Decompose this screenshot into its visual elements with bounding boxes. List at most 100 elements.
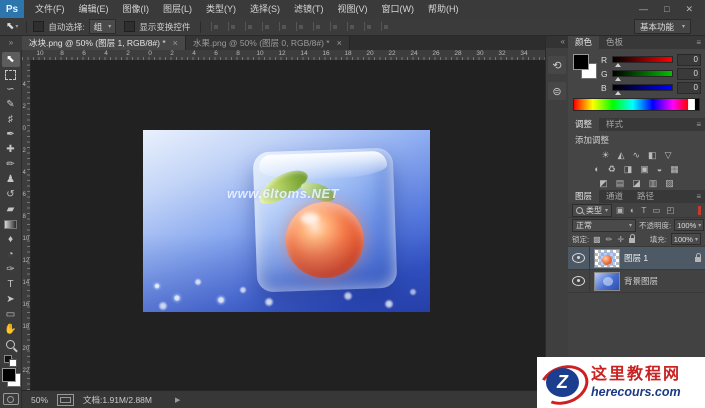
layer-row-background[interactable]: 背景图层 — [568, 270, 705, 293]
lasso-tool[interactable]: ∽ — [2, 82, 20, 97]
red-value-field[interactable]: 0 — [677, 53, 701, 66]
rectangle-tool[interactable]: ▭ — [2, 307, 20, 322]
slider-handle[interactable] — [615, 77, 621, 81]
vibrance-icon[interactable]: ▽ — [665, 148, 672, 162]
zoom-tool[interactable] — [2, 337, 20, 352]
tab-swatches[interactable]: 色板 — [599, 36, 630, 49]
channel-mixer-icon[interactable]: ◒ — [657, 162, 662, 176]
canvas-area[interactable]: www.6ltoms.NET — [31, 60, 545, 390]
document-image[interactable]: www.6ltoms.NET — [143, 130, 430, 312]
status-menu-arrow-icon[interactable]: ▶ — [175, 396, 180, 404]
layer-name[interactable]: 背景图层 — [624, 275, 658, 287]
app-logo-icon[interactable]: Ps — [0, 0, 24, 18]
pen-tool[interactable]: ✑ — [2, 262, 20, 277]
close-button[interactable]: ✕ — [685, 4, 693, 15]
layer-row-layer1[interactable]: 图层 1 — [568, 247, 705, 270]
close-tab-icon[interactable]: × — [337, 38, 342, 48]
filter-type-layers-icon[interactable]: T — [641, 205, 646, 215]
levels-icon[interactable]: ◭ — [618, 148, 625, 162]
menu-item[interactable]: 编辑(E) — [72, 0, 116, 18]
menu-item[interactable]: 图像(I) — [116, 0, 157, 18]
filter-pixel-layers-icon[interactable]: ▣ — [616, 205, 624, 216]
blue-slider[interactable] — [612, 84, 673, 95]
layer-name[interactable]: 图层 1 — [624, 252, 648, 264]
color-lookup-icon[interactable]: ▦ — [670, 162, 679, 176]
menu-item[interactable]: 窗口(W) — [375, 0, 422, 18]
zoom-level[interactable]: 50% — [31, 395, 48, 405]
lock-all-icon[interactable] — [629, 234, 636, 243]
lock-position-icon[interactable]: ✛ — [617, 235, 624, 244]
brightness-contrast-icon[interactable]: ☀ — [602, 148, 610, 162]
close-tab-icon[interactable]: × — [173, 38, 178, 48]
filter-toggle-switch[interactable] — [698, 205, 701, 215]
slider-handle[interactable] — [615, 63, 621, 67]
panel-menu-icon[interactable]: ≡ — [696, 38, 701, 47]
crop-tool[interactable]: ♯ — [2, 112, 20, 127]
quick-mask-button[interactable] — [2, 393, 19, 405]
hand-tool[interactable]: ✋ — [2, 322, 20, 337]
posterize-icon[interactable]: ▤ — [616, 176, 625, 190]
tab-color[interactable]: 颜色 — [568, 36, 600, 49]
hue-saturation-icon[interactable]: ◐ — [594, 162, 599, 176]
photo-filter-icon[interactable]: ▣ — [640, 162, 649, 176]
layer-visibility-eye-icon[interactable] — [572, 253, 585, 263]
curves-icon[interactable]: ∿ — [633, 148, 641, 162]
gradient-tool[interactable] — [2, 217, 20, 232]
red-slider[interactable] — [612, 56, 673, 67]
filter-shape-layers-icon[interactable]: ▭ — [652, 205, 660, 216]
auto-select-dropdown[interactable]: 组 ▾ — [88, 19, 117, 34]
history-panel-button[interactable]: ⟲ — [548, 56, 566, 74]
foreground-color-swatch[interactable] — [1, 368, 16, 382]
collapse-dock-icon[interactable]: « — [546, 36, 568, 48]
filter-adjustment-layers-icon[interactable]: ◐ — [630, 205, 635, 215]
tab-fruit-document[interactable]: 水果.png @ 50% (图层 0, RGB/8#) * × — [185, 36, 350, 50]
blend-mode-dropdown[interactable]: 正常 ▾ — [572, 218, 636, 232]
gradient-map-icon[interactable]: ▨ — [665, 176, 674, 190]
properties-panel-button[interactable]: ⊜ — [548, 82, 566, 100]
menu-item[interactable]: 帮助(H) — [421, 0, 466, 18]
menu-item[interactable]: 类型(Y) — [199, 0, 243, 18]
workspace-switcher[interactable]: 基本功能 ▾ — [633, 19, 691, 34]
threshold-icon[interactable]: ◪ — [632, 176, 641, 190]
tab-styles[interactable]: 样式 — [599, 118, 630, 131]
eraser-tool[interactable]: ▰ — [2, 202, 20, 217]
brush-tool[interactable]: ✏ — [2, 157, 20, 172]
move-tool[interactable]: ⬉ — [1, 52, 20, 67]
layer-thumbnail[interactable] — [594, 248, 620, 268]
blue-value-field[interactable]: 0 — [677, 81, 701, 94]
tab-adjustments[interactable]: 调整 — [568, 118, 600, 131]
minimize-button[interactable]: — — [639, 4, 648, 15]
lock-image-pixels-icon[interactable]: ✏ — [606, 235, 613, 244]
menu-item[interactable]: 滤镜(T) — [287, 0, 331, 18]
tab-channels[interactable]: 通道 — [599, 190, 630, 203]
tab-ice-document[interactable]: 冰块.png @ 50% (图层 1, RGB/8#) * × — [22, 36, 186, 50]
foreground-color-swatch[interactable] — [573, 54, 589, 70]
menu-item[interactable]: 视图(V) — [331, 0, 375, 18]
layer-visibility-eye-icon[interactable] — [572, 276, 585, 286]
history-brush-tool[interactable]: ↺ — [2, 187, 20, 202]
clone-stamp-tool[interactable]: ♟ — [2, 172, 20, 187]
tab-layers[interactable]: 图层 — [568, 190, 600, 203]
opacity-field[interactable]: 100% ▾ — [674, 219, 705, 231]
eyedropper-tool[interactable]: ✒ — [2, 127, 20, 142]
path-selection-tool[interactable]: ➤ — [2, 292, 20, 307]
lock-transparent-pixels-icon[interactable]: ▩ — [593, 235, 601, 244]
show-transform-checkbox[interactable] — [124, 21, 136, 32]
exposure-icon[interactable]: ◧ — [648, 148, 657, 162]
menu-item[interactable]: 图层(L) — [156, 0, 199, 18]
layer-filter-dropdown[interactable]: 类型 ▾ — [572, 203, 613, 217]
panel-menu-icon[interactable]: ≡ — [696, 192, 701, 201]
menu-item[interactable]: 文件(F) — [28, 0, 72, 18]
green-slider[interactable] — [612, 70, 673, 81]
filter-smart-objects-icon[interactable]: ◰ — [666, 205, 674, 216]
tab-paths[interactable]: 路径 — [630, 190, 661, 203]
tools-panel-header[interactable]: » — [0, 36, 23, 50]
tool-preset-arrow-icon[interactable]: ▾ — [15, 23, 18, 30]
color-spectrum-bar[interactable] — [573, 98, 700, 111]
type-tool[interactable]: T — [2, 277, 20, 292]
invert-icon[interactable]: ◩ — [599, 176, 608, 190]
quick-selection-tool[interactable]: ✎ — [2, 97, 20, 112]
slider-handle[interactable] — [615, 91, 621, 95]
black-white-icon[interactable]: ◨ — [624, 162, 633, 176]
dodge-tool[interactable]: ◔ — [2, 247, 20, 262]
